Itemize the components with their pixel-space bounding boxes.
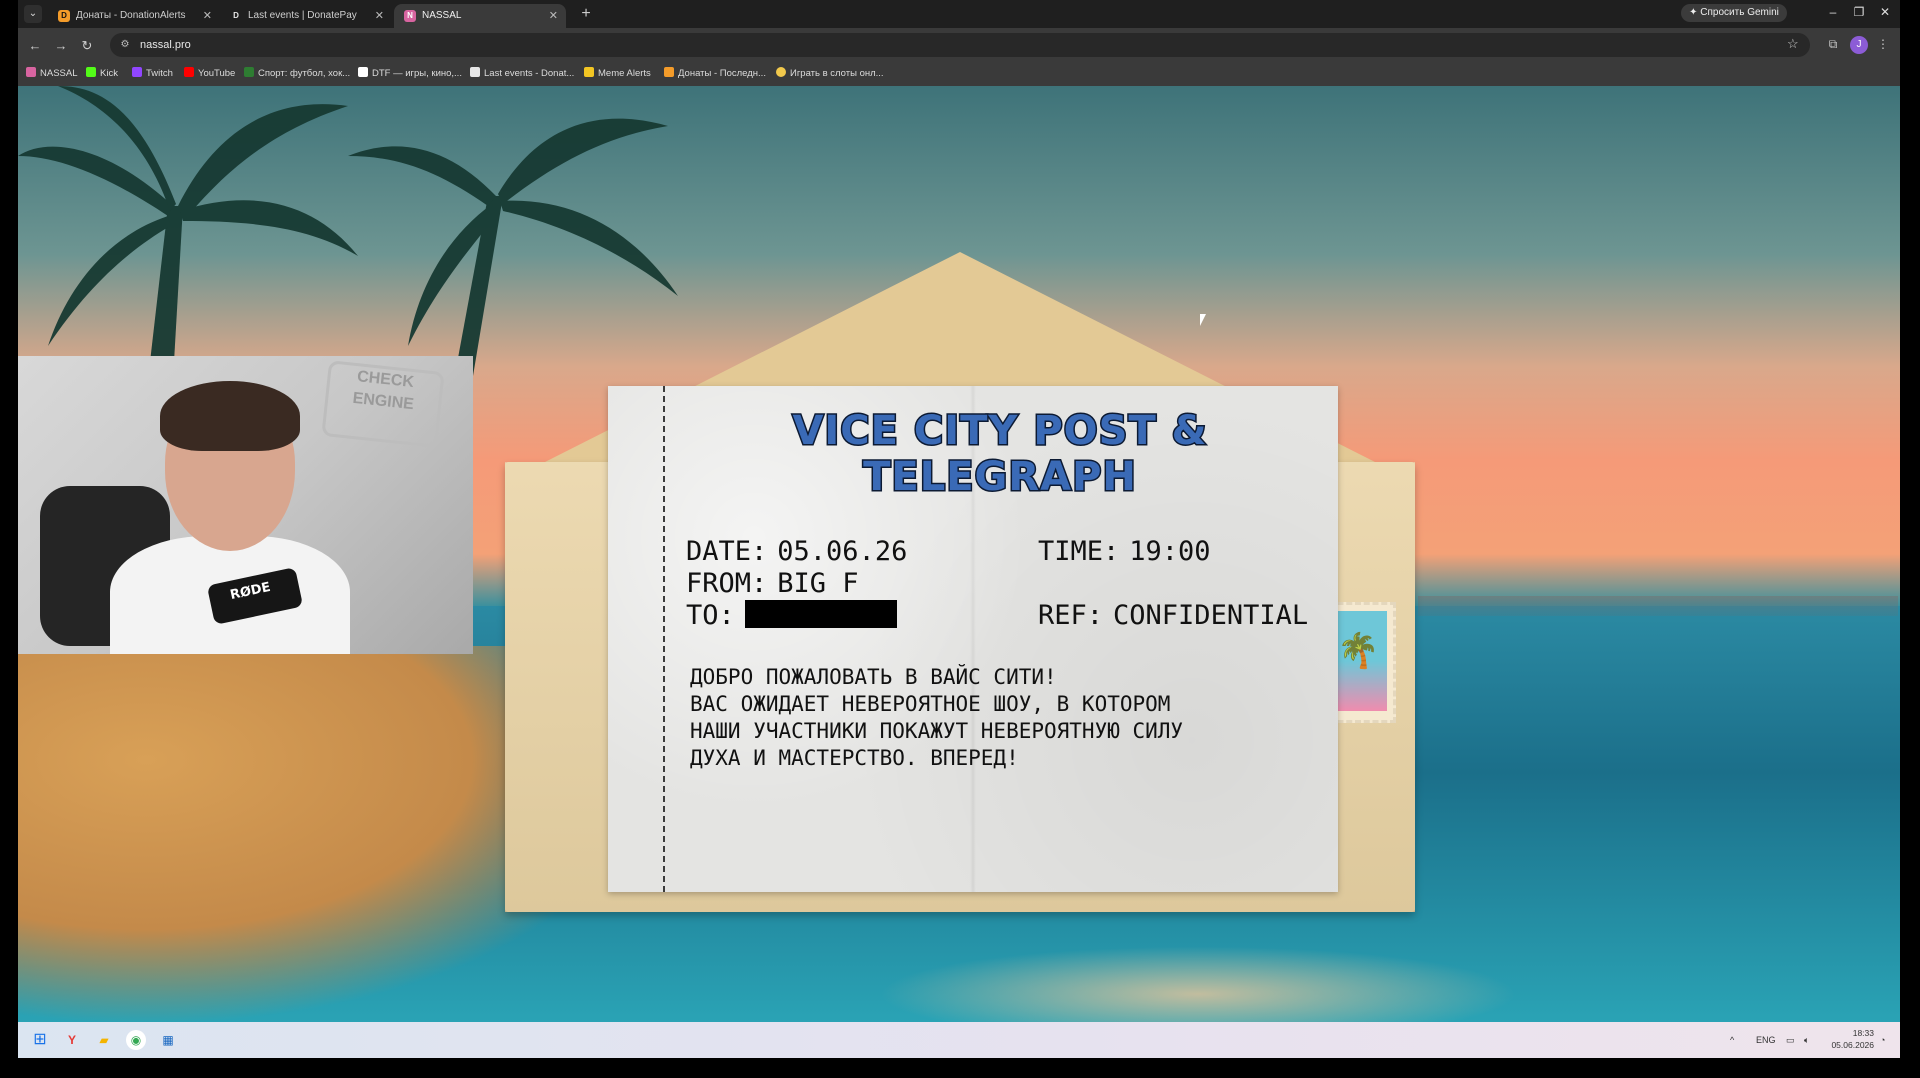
redacted-recipient: [744, 599, 897, 628]
tab-title: Last events | DonatePay: [248, 10, 357, 21]
date-label: DATE:: [686, 536, 768, 567]
webcam-overlay: CHECK ENGINE RØDE: [18, 356, 473, 654]
reload-icon[interactable]: ↻: [78, 37, 96, 55]
nassal-icon: N: [404, 10, 416, 22]
message-line: НАШИ УЧАСТНИКИ ПОКАЖУТ НЕВЕРОЯТНУЮ СИЛУ: [690, 719, 1184, 743]
bookmark-dtf[interactable]: DTF — игры, кино,...: [358, 62, 462, 86]
bookmark-slots[interactable]: Играть в слоты онл...: [776, 62, 884, 86]
dtf-icon: [358, 67, 368, 78]
close-tab-icon[interactable]: ✕: [203, 4, 212, 28]
close-window-icon[interactable]: ✕: [1874, 5, 1896, 19]
windows-taskbar: ⊞ Y ▰ ◉ ▦ ^ ENG ▭ 🔈︎ 18:33 05.06.2026 ◔: [18, 1022, 1900, 1058]
letter-title: VICE CITY POST & TELEGRAPH: [791, 407, 1208, 502]
screen-frame: ⌄ D Донаты - DonationAlerts ✕ D Last eve…: [18, 0, 1900, 1058]
yandex-browser-icon[interactable]: Y: [62, 1030, 82, 1050]
volume-icon[interactable]: 🔈︎: [1804, 1022, 1809, 1058]
close-tab-icon[interactable]: ✕: [375, 4, 384, 28]
tab-donatepay[interactable]: D Last events | DonatePay ✕: [220, 4, 392, 28]
back-arrow-icon[interactable]: ←: [26, 37, 44, 55]
new-tab-plus-icon[interactable]: +: [576, 4, 596, 24]
ref-field: REF: CONFIDENTIAL: [1038, 600, 1308, 631]
youtube-icon: [184, 67, 194, 78]
bookmark-meme-alerts[interactable]: Meme Alerts: [584, 62, 651, 86]
bookmark-kick[interactable]: Kick: [86, 62, 118, 86]
ref-value: CONFIDENTIAL: [1113, 600, 1309, 631]
clock-time: 18:33: [1852, 1028, 1874, 1038]
tab-title: NASSAL: [422, 10, 462, 21]
twitch-icon: [132, 67, 142, 78]
close-tab-icon[interactable]: ✕: [549, 4, 558, 28]
message-line: ДОБРО ПОЖАЛОВАТЬ В ВАЙС СИТИ!: [690, 665, 1057, 689]
input-language[interactable]: ENG: [1756, 1022, 1776, 1058]
meme-alerts-icon: [584, 67, 594, 78]
network-icon[interactable]: ▭: [1786, 1022, 1795, 1058]
kick-icon: [86, 67, 96, 78]
windows-start-icon[interactable]: ⊞: [30, 1030, 50, 1050]
perforation-line: [663, 386, 665, 892]
bookmark-nassal[interactable]: NASSAL: [26, 62, 78, 86]
time-value: 19:00: [1129, 536, 1211, 567]
tray-chevron-icon[interactable]: ^: [1730, 1022, 1734, 1058]
bookmark-star-icon[interactable]: ☆: [1787, 36, 1799, 52]
message-line: ДУХА И МАСТЕРСТВО. ВПЕРЕД!: [690, 746, 1019, 770]
slots-icon: [776, 67, 786, 78]
notification-bell-icon[interactable]: ◔: [1880, 1022, 1885, 1058]
page-content[interactable]: CHECK ENGINE RØDE 🌴 VICE CITY POST & TEL…: [18, 86, 1900, 1022]
telegraph-letter: VICE CITY POST & TELEGRAPH DATE: 05.06.26…: [608, 386, 1338, 892]
extensions-icon[interactable]: ⧉: [1824, 37, 1842, 52]
restore-icon[interactable]: ❐: [1848, 5, 1870, 19]
site-settings-icon[interactable]: ⚙: [118, 38, 132, 52]
nassal-icon: [26, 67, 36, 78]
from-field: FROM: BIG F: [686, 568, 859, 599]
bookmark-donationalerts[interactable]: Донаты - Последн...: [664, 62, 766, 86]
tab-strip: ⌄ D Донаты - DonationAlerts ✕ D Last eve…: [18, 0, 1900, 28]
chrome-icon[interactable]: ◉: [126, 1030, 146, 1050]
donationalerts-icon: [664, 67, 674, 78]
donationalerts-icon: D: [58, 10, 70, 22]
city-skyline: [1418, 596, 1898, 616]
date-field: DATE: 05.06.26: [686, 536, 907, 567]
minimize-icon[interactable]: –: [1822, 5, 1844, 19]
clock-date: 05.06.2026: [1831, 1040, 1874, 1050]
bookmark-twitch[interactable]: Twitch: [132, 62, 173, 86]
bookmarks-bar: NASSAL Kick Twitch YouTube Спорт: футбол…: [18, 62, 1900, 87]
bookmark-sport[interactable]: Спорт: футбол, хок...: [244, 62, 350, 86]
message-line: ВАС ОЖИДАЕТ НЕВЕРОЯТНОЕ ШОУ, В КОТОРОМ: [690, 692, 1171, 716]
ref-label: REF:: [1038, 600, 1104, 631]
tab-search-chevron-icon[interactable]: ⌄: [24, 5, 42, 23]
check-engine-sign: CHECK ENGINE: [321, 360, 445, 448]
profile-avatar[interactable]: J: [1850, 36, 1868, 54]
palm-icon: 🌴: [1337, 632, 1380, 670]
ask-gemini-button[interactable]: ✦ Спросить Gemini: [1681, 4, 1787, 22]
to-field: TO:: [686, 599, 897, 631]
menu-dots-icon[interactable]: ⋮: [1874, 37, 1892, 51]
mouse-cursor-icon: [1200, 314, 1206, 326]
date-value: 05.06.26: [777, 536, 908, 567]
from-value: BIG F: [777, 568, 859, 599]
to-label: TO:: [686, 600, 735, 631]
system-clock[interactable]: 18:33 05.06.2026: [1826, 1027, 1874, 1051]
letter-message: ДОБРО ПОЖАЛОВАТЬ В ВАЙС СИТИ! ВАС ОЖИДАЕ…: [690, 664, 1310, 772]
donatepay-icon: [470, 67, 480, 78]
wave-foam: [878, 946, 1518, 1022]
time-field: TIME: 19:00: [1038, 536, 1211, 567]
address-bar[interactable]: ⚙ nassal.pro ☆: [110, 33, 1810, 57]
bookmark-youtube[interactable]: YouTube: [184, 62, 235, 86]
forward-arrow-icon[interactable]: →: [52, 37, 70, 55]
tab-donationalerts[interactable]: D Донаты - DonationAlerts ✕: [48, 4, 220, 28]
browser-toolbar: ← → ↻ ⚙ nassal.pro ☆ ⧉ J ⋮: [18, 28, 1900, 62]
tab-nassal[interactable]: N NASSAL ✕: [394, 4, 566, 28]
url-text: nassal.pro: [140, 39, 191, 51]
sport-icon: [244, 67, 254, 78]
time-label: TIME:: [1038, 536, 1120, 567]
tab-title: Донаты - DonationAlerts: [76, 10, 186, 21]
streamer-hair: [160, 381, 300, 451]
calculator-icon[interactable]: ▦: [158, 1030, 178, 1050]
from-label: FROM:: [686, 568, 768, 599]
file-explorer-icon[interactable]: ▰: [94, 1030, 114, 1050]
bookmark-donatepay[interactable]: Last events - Donat...: [470, 62, 574, 86]
donatepay-icon: D: [233, 11, 239, 20]
